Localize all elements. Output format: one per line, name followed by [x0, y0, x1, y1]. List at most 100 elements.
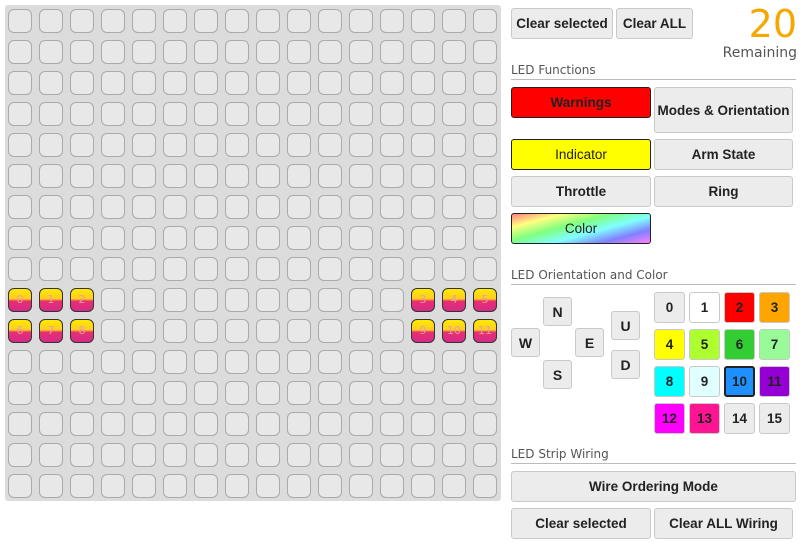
- led-cell[interactable]: [39, 381, 63, 405]
- led-cell[interactable]: [349, 257, 373, 281]
- led-cell[interactable]: [473, 40, 497, 64]
- led-cell[interactable]: [349, 288, 373, 312]
- led-cell[interactable]: [70, 412, 94, 436]
- clear-all-wiring-button[interactable]: Clear ALL Wiring: [654, 508, 793, 539]
- color-swatch-14[interactable]: 14: [724, 403, 755, 434]
- led-cell[interactable]: [318, 133, 342, 157]
- led-cell[interactable]: [442, 71, 466, 95]
- led-cell[interactable]: [194, 381, 218, 405]
- direction-up-button[interactable]: U: [611, 311, 640, 340]
- led-cell[interactable]: [39, 474, 63, 498]
- led-cell[interactable]: [132, 9, 156, 33]
- led-cell[interactable]: [225, 164, 249, 188]
- led-cell[interactable]: [8, 133, 32, 157]
- led-cell[interactable]: [194, 288, 218, 312]
- led-cell[interactable]: [225, 40, 249, 64]
- led-cell[interactable]: [318, 350, 342, 374]
- led-cell[interactable]: 6: [8, 319, 32, 343]
- led-cell[interactable]: [318, 257, 342, 281]
- led-cell[interactable]: [70, 195, 94, 219]
- led-cell[interactable]: 4: [442, 288, 466, 312]
- led-cell[interactable]: [101, 257, 125, 281]
- led-cell[interactable]: [132, 288, 156, 312]
- led-cell[interactable]: [287, 443, 311, 467]
- led-cell[interactable]: [411, 257, 435, 281]
- led-cell[interactable]: [39, 195, 63, 219]
- led-cell[interactable]: [287, 102, 311, 126]
- led-cell[interactable]: [256, 40, 280, 64]
- led-cell[interactable]: [70, 474, 94, 498]
- led-cell[interactable]: [318, 381, 342, 405]
- led-cell[interactable]: [287, 195, 311, 219]
- led-cell[interactable]: [70, 257, 94, 281]
- led-cell[interactable]: [8, 381, 32, 405]
- led-cell[interactable]: [473, 381, 497, 405]
- led-cell[interactable]: [132, 319, 156, 343]
- led-cell[interactable]: 7: [39, 319, 63, 343]
- led-cell[interactable]: [411, 71, 435, 95]
- led-cell[interactable]: [163, 288, 187, 312]
- led-cell[interactable]: [473, 474, 497, 498]
- led-cell[interactable]: [349, 412, 373, 436]
- led-cell[interactable]: [163, 350, 187, 374]
- led-cell[interactable]: [39, 443, 63, 467]
- led-cell[interactable]: 5: [473, 288, 497, 312]
- led-cell[interactable]: [163, 257, 187, 281]
- led-cell[interactable]: [70, 443, 94, 467]
- led-cell[interactable]: [442, 164, 466, 188]
- led-cell[interactable]: [287, 257, 311, 281]
- led-cell[interactable]: [163, 164, 187, 188]
- led-cell[interactable]: [132, 226, 156, 250]
- led-cell[interactable]: [380, 288, 404, 312]
- color-swatch-9[interactable]: 9: [689, 366, 720, 397]
- led-cell[interactable]: [256, 164, 280, 188]
- led-cell[interactable]: [411, 133, 435, 157]
- led-cell[interactable]: [411, 474, 435, 498]
- led-cell[interactable]: [8, 71, 32, 95]
- led-cell[interactable]: [380, 71, 404, 95]
- led-cell[interactable]: [287, 474, 311, 498]
- led-cell[interactable]: [8, 350, 32, 374]
- led-cell[interactable]: [442, 412, 466, 436]
- led-cell[interactable]: [39, 133, 63, 157]
- led-cell[interactable]: [442, 9, 466, 33]
- led-cell[interactable]: [163, 319, 187, 343]
- led-cell[interactable]: [380, 40, 404, 64]
- led-cell[interactable]: [132, 71, 156, 95]
- led-cell[interactable]: [39, 412, 63, 436]
- led-cell[interactable]: [8, 226, 32, 250]
- led-cell[interactable]: [194, 164, 218, 188]
- led-cell[interactable]: [380, 102, 404, 126]
- led-cell[interactable]: [101, 443, 125, 467]
- color-swatch-12[interactable]: 12: [654, 403, 685, 434]
- led-cell[interactable]: [411, 102, 435, 126]
- led-cell[interactable]: [101, 40, 125, 64]
- led-cell[interactable]: [349, 226, 373, 250]
- led-cell[interactable]: [8, 9, 32, 33]
- led-cell[interactable]: 10: [442, 319, 466, 343]
- color-swatch-11[interactable]: 11: [759, 366, 790, 397]
- led-cell[interactable]: [194, 40, 218, 64]
- led-cell[interactable]: [349, 133, 373, 157]
- led-cell[interactable]: [101, 9, 125, 33]
- led-cell[interactable]: [411, 195, 435, 219]
- led-cell[interactable]: [194, 319, 218, 343]
- led-cell[interactable]: 8: [70, 319, 94, 343]
- led-cell[interactable]: [256, 71, 280, 95]
- led-cell[interactable]: [256, 319, 280, 343]
- color-swatch-15[interactable]: 15: [759, 403, 790, 434]
- clear-all-button[interactable]: Clear ALL: [616, 8, 693, 39]
- arm-state-button[interactable]: Arm State: [654, 139, 793, 170]
- led-cell[interactable]: [442, 257, 466, 281]
- led-cell[interactable]: [101, 319, 125, 343]
- led-cell[interactable]: 2: [70, 288, 94, 312]
- led-cell[interactable]: [473, 412, 497, 436]
- wire-ordering-mode-button[interactable]: Wire Ordering Mode: [511, 471, 796, 502]
- led-cell[interactable]: [442, 40, 466, 64]
- led-cell[interactable]: [349, 164, 373, 188]
- led-cell[interactable]: [132, 257, 156, 281]
- color-swatch-10[interactable]: 10: [724, 366, 755, 397]
- led-cell[interactable]: [411, 350, 435, 374]
- color-swatch-3[interactable]: 3: [759, 292, 790, 323]
- modes-orientation-button[interactable]: Modes & Orientation: [654, 87, 793, 133]
